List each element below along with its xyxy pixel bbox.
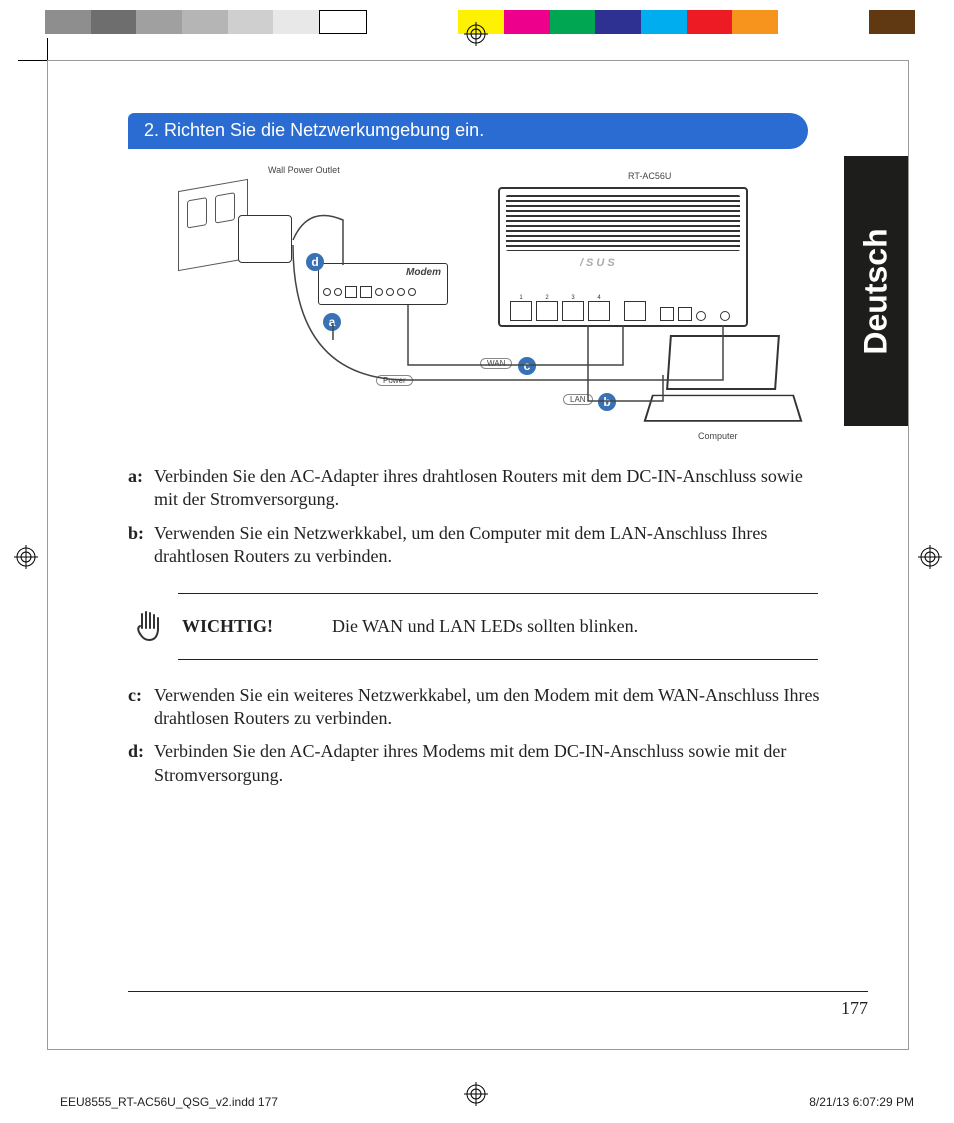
instruction-row: b: Verwenden Sie ein Netzwerkkabel, um d… bbox=[128, 522, 828, 569]
router-logo: /SUS bbox=[580, 257, 618, 269]
instruction-key: c: bbox=[128, 684, 154, 731]
print-file-name: EEU8555_RT-AC56U_QSG_v2.indd 177 bbox=[60, 1095, 278, 1109]
instruction-list-1: a: Verbinden Sie den AC-Adapter ihres dr… bbox=[128, 465, 828, 569]
label-wan: WAN bbox=[480, 358, 512, 369]
instruction-text: Verwenden Sie ein weiteres Netzwerkkabel… bbox=[154, 684, 828, 731]
callout-c: c bbox=[518, 357, 536, 375]
instruction-list-2: c: Verwenden Sie ein weiteres Netzwerkka… bbox=[128, 684, 828, 788]
modem-label: Modem bbox=[406, 267, 441, 278]
instruction-row: a: Verbinden Sie den AC-Adapter ihres dr… bbox=[128, 465, 828, 512]
registration-mark-icon bbox=[14, 545, 38, 569]
router-icon: /SUS 1 2 3 4 bbox=[498, 187, 748, 327]
label-wall-outlet: Wall Power Outlet bbox=[268, 165, 340, 175]
callout-a: a bbox=[323, 313, 341, 331]
important-text: Die WAN und LAN LEDs sollten blinken. bbox=[332, 616, 638, 637]
page-footer: 177 bbox=[128, 991, 868, 1019]
instruction-row: c: Verwenden Sie ein weiteres Netzwerkka… bbox=[128, 684, 828, 731]
hand-icon bbox=[128, 604, 168, 649]
laptop-icon bbox=[648, 335, 798, 425]
page-frame: Deutsch 2. Richten Sie die Netzwerkumgeb… bbox=[47, 60, 909, 1050]
language-tab: Deutsch bbox=[844, 156, 908, 426]
callout-d: d bbox=[306, 253, 324, 271]
label-lan: LAN bbox=[563, 394, 593, 405]
instruction-text: Verbinden Sie den AC-Adapter ihres Modem… bbox=[154, 740, 828, 787]
modem-icon: Modem bbox=[318, 263, 448, 305]
instruction-key: b: bbox=[128, 522, 154, 569]
instruction-text: Verwenden Sie ein Netzwerkkabel, um den … bbox=[154, 522, 828, 569]
section-heading: 2. Richten Sie die Netzwerkumgebung ein. bbox=[128, 113, 808, 149]
setup-diagram: Wall Power Outlet RT-AC56U Modem /SUS 1 bbox=[168, 165, 788, 445]
power-adapter-icon bbox=[238, 215, 292, 263]
print-timestamp: 8/21/13 6:07:29 PM bbox=[809, 1095, 914, 1109]
page-number: 177 bbox=[841, 998, 868, 1018]
label-power: Power bbox=[376, 375, 413, 386]
instruction-text: Verbinden Sie den AC-Adapter ihres draht… bbox=[154, 465, 828, 512]
important-note: WICHTIG! Die WAN und LAN LEDs sollten bl… bbox=[178, 593, 818, 660]
instruction-key: a: bbox=[128, 465, 154, 512]
instruction-key: d: bbox=[128, 740, 154, 787]
label-router-model: RT-AC56U bbox=[628, 171, 671, 181]
registration-mark-icon bbox=[464, 22, 488, 46]
print-job-footer: EEU8555_RT-AC56U_QSG_v2.indd 177 8/21/13… bbox=[60, 1095, 914, 1109]
language-label: Deutsch bbox=[858, 228, 895, 354]
important-label: WICHTIG! bbox=[182, 616, 332, 637]
callout-b: b bbox=[598, 393, 616, 411]
registration-mark-icon bbox=[918, 545, 942, 569]
instruction-row: d: Verbinden Sie den AC-Adapter ihres Mo… bbox=[128, 740, 828, 787]
label-computer: Computer bbox=[698, 431, 738, 441]
